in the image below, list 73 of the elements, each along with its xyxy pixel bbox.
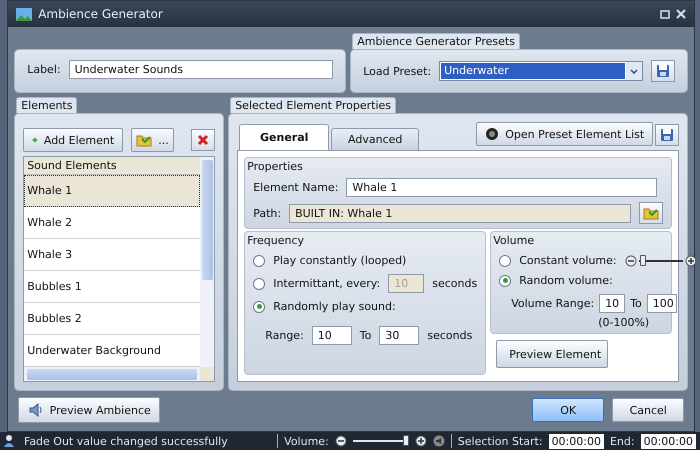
selection-end-field[interactable]: 00:00:00 <box>640 434 696 448</box>
radio-label: Intermittant, every: <box>273 277 380 290</box>
status-message: Fade Out value changed successfully <box>24 434 229 448</box>
delete-button[interactable] <box>191 129 216 151</box>
tab[interactable]: General <box>239 124 330 150</box>
element-name-label: Element Name: <box>253 181 338 194</box>
browse-button[interactable]: ... <box>131 128 174 152</box>
open-preset-list-button[interactable]: Open Preset Element List <box>476 122 654 146</box>
plus-icon <box>32 135 38 145</box>
plus-icon[interactable] <box>684 254 697 266</box>
folder-icon <box>643 206 660 220</box>
end-label: End: <box>610 434 635 448</box>
delete-icon <box>197 134 210 146</box>
selection-start-label: Selection Start: <box>458 434 543 448</box>
section-title: Frequency <box>247 234 306 247</box>
selection-start-field[interactable]: 00:00:00 <box>548 434 604 448</box>
preview-element-button[interactable]: Preview Element <box>496 340 608 368</box>
preset-dropdown[interactable]: Underwater <box>439 61 644 81</box>
save-element-button[interactable] <box>655 124 680 146</box>
volume-to-input[interactable]: 100 <box>646 294 677 313</box>
radio-label: Random volume: <box>519 274 613 287</box>
list-header: Sound Elements <box>24 157 200 175</box>
scrollbar-corner <box>200 367 214 381</box>
radio-button[interactable] <box>253 254 266 266</box>
load-preset-label: Load Preset: <box>363 64 432 78</box>
path-input[interactable]: BUILT IN: Whale 1 <box>289 204 632 222</box>
chevron-down-icon <box>630 68 638 74</box>
to-label: To <box>630 297 642 310</box>
slider-thumb[interactable] <box>402 435 409 446</box>
unit-label: seconds <box>427 329 472 342</box>
tab[interactable]: Advanced <box>331 128 420 150</box>
presets-group-title: Ambience Generator Presets <box>352 33 520 49</box>
window-title: Ambience Generator <box>38 7 164 21</box>
label-input[interactable]: Underwater Sounds <box>68 60 334 79</box>
close-icon[interactable] <box>676 9 686 19</box>
browse-path-button[interactable] <box>639 202 664 224</box>
horizontal-scrollbar[interactable] <box>24 367 200 381</box>
range-hint: (0-100%) <box>598 316 650 329</box>
volume-range-label: Volume Range: <box>511 297 594 310</box>
landscape-icon <box>16 8 32 20</box>
minus-icon[interactable] <box>624 254 637 266</box>
save-preset-button[interactable] <box>651 60 676 82</box>
path-label: Path: <box>253 206 282 220</box>
elements-group-title: Elements <box>16 97 78 113</box>
list-item[interactable]: Whale 1 <box>24 175 200 207</box>
radio-button[interactable] <box>499 254 512 266</box>
radio-label: Play constantly (looped) <box>273 254 406 267</box>
radio-button[interactable] <box>499 274 512 286</box>
range-label: Range: <box>265 329 304 342</box>
maximize-icon[interactable] <box>660 10 670 18</box>
cancel-button[interactable]: Cancel <box>612 398 684 422</box>
radio-button[interactable] <box>253 300 266 312</box>
element-name-input[interactable]: Whale 1 <box>346 178 658 197</box>
section-title: Volume <box>493 234 536 247</box>
properties-group-title: Selected Element Properties <box>230 97 396 113</box>
range-to-input[interactable]: 30 <box>379 326 420 345</box>
plus-icon[interactable] <box>414 435 427 447</box>
slider-thumb[interactable] <box>640 254 646 266</box>
radio-label: Constant volume: <box>519 254 617 267</box>
minus-icon[interactable] <box>334 435 347 447</box>
unit-label: seconds <box>432 277 478 290</box>
to-label: To <box>360 329 372 342</box>
radio-label: Randomly play sound: <box>273 300 396 313</box>
folder-icon <box>136 133 152 147</box>
volume-label: Volume: <box>284 434 329 448</box>
section-title: Properties <box>247 160 304 173</box>
range-from-input[interactable]: 10 <box>312 326 352 345</box>
vertical-scrollbar[interactable] <box>200 157 214 367</box>
label-caption: Label: <box>27 63 61 76</box>
ok-button[interactable]: OK <box>532 398 604 422</box>
volume-from-input[interactable]: 10 <box>599 294 626 313</box>
add-element-button[interactable]: Add Element <box>23 128 124 152</box>
preview-ambience-button[interactable]: Preview Ambience <box>18 397 160 423</box>
